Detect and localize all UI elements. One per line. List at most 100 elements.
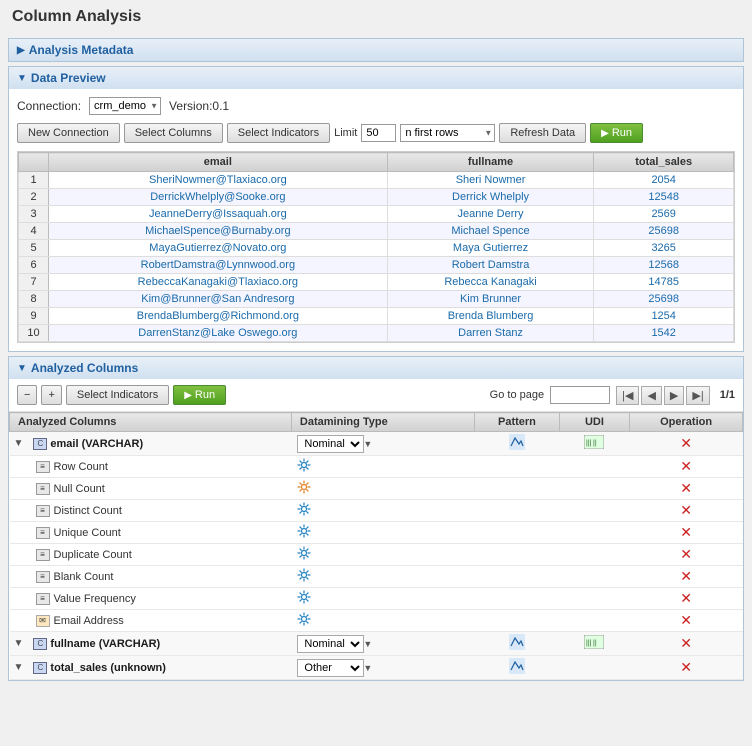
limit-input[interactable] — [361, 124, 396, 142]
delete-icon[interactable]: ✕ — [680, 590, 692, 606]
analyzed-child-row: ≡ Blank Count ✕ — [10, 566, 743, 588]
analyzed-child-row: ✉ Email Address ✕ — [10, 610, 743, 632]
table-row: 10DarrenStanz@Lake Oswego.orgDarren Stan… — [19, 325, 734, 342]
gear-icon[interactable] — [297, 573, 311, 585]
data-preview-label: Data Preview — [31, 71, 106, 85]
delete-icon[interactable]: ✕ — [680, 502, 692, 518]
datamining-type-select[interactable]: Nominal Ordinal Numeric Other — [297, 659, 364, 677]
delete-icon[interactable]: ✕ — [680, 635, 692, 651]
delete-icon[interactable]: ✕ — [680, 546, 692, 562]
group-expand-icon[interactable]: ▼ — [14, 438, 24, 449]
analyzed-child-row: ≡ Distinct Count ✕ — [10, 500, 743, 522]
pattern-icon[interactable] — [509, 641, 525, 653]
gear-icon[interactable] — [297, 485, 311, 497]
group-expand-icon[interactable]: ▼ — [14, 662, 24, 673]
analyzed-toolbar: − + Select Indicators ▶ Run Go to page |… — [9, 379, 743, 412]
analyzed-columns-header[interactable]: ▼ Analyzed Columns — [9, 357, 743, 379]
connection-select-wrapper[interactable]: crm_demo — [89, 97, 161, 115]
gear-icon[interactable] — [297, 529, 311, 541]
delete-icon[interactable]: ✕ — [680, 458, 692, 474]
col-header-email: email — [49, 153, 388, 172]
page-title: Column Analysis — [0, 0, 752, 34]
analyzed-run-label: Run — [195, 389, 215, 401]
page-indicator: 1/1 — [720, 389, 735, 401]
child-icon: ≡ — [36, 483, 50, 495]
collapse-all-button[interactable]: − — [17, 385, 37, 405]
pattern-icon[interactable] — [509, 665, 525, 677]
data-preview-content: Connection: crm_demo Version:0.1 New Con… — [9, 89, 743, 351]
analyzed-child-row: ≡ Null Count ✕ — [10, 478, 743, 500]
delete-icon[interactable]: ✕ — [680, 435, 692, 451]
gear-icon[interactable] — [297, 507, 311, 519]
delete-icon[interactable]: ✕ — [680, 568, 692, 584]
data-preview-section: ▼ Data Preview Connection: crm_demo Vers… — [8, 66, 744, 352]
connection-select[interactable]: crm_demo — [89, 97, 161, 115]
column-type-icon: C — [33, 438, 47, 450]
goto-page-input[interactable] — [550, 386, 610, 404]
nav-prev-button[interactable]: ◀ — [641, 386, 661, 405]
child-icon: ≡ — [36, 461, 50, 473]
child-label: Row Count — [54, 461, 108, 473]
child-icon: ≡ — [36, 571, 50, 583]
expand-all-button[interactable]: + — [41, 385, 61, 405]
select-indicators-button[interactable]: Select Indicators — [227, 123, 330, 143]
analyzed-columns-content: − + Select Indicators ▶ Run Go to page |… — [9, 379, 743, 680]
data-preview-toolbar: New Connection Select Columns Select Ind… — [17, 123, 735, 143]
group-label: fullname (VARCHAR) — [50, 638, 160, 650]
connection-row: Connection: crm_demo Version:0.1 — [17, 97, 735, 115]
select-columns-button[interactable]: Select Columns — [124, 123, 223, 143]
nav-last-button[interactable]: ▶| — [686, 386, 709, 405]
pattern-icon[interactable] — [509, 441, 525, 453]
udi-icon[interactable]: ||| || — [584, 440, 604, 452]
gear-icon[interactable] — [297, 617, 311, 629]
analyzed-group-row: ▼ C email (VARCHAR) Nominal Ordinal Nume… — [10, 432, 743, 456]
analyzed-group-row: ▼ C total_sales (unknown) Nominal Ordina… — [10, 656, 743, 680]
gear-icon[interactable] — [297, 551, 311, 563]
child-label: Distinct Count — [54, 505, 122, 517]
analyzed-select-indicators-button[interactable]: Select Indicators — [66, 385, 169, 405]
group-expand-icon[interactable]: ▼ — [14, 638, 24, 649]
delete-icon[interactable]: ✕ — [680, 612, 692, 628]
analyzed-columns-label: Analyzed Columns — [31, 361, 138, 375]
analyzed-run-button[interactable]: ▶ Run — [173, 385, 226, 405]
nav-next-button[interactable]: ▶ — [664, 386, 684, 405]
gear-icon[interactable] — [297, 463, 311, 475]
analysis-metadata-header[interactable]: ▶ Analysis Metadata — [9, 39, 743, 61]
child-label: Blank Count — [54, 571, 114, 583]
delete-icon[interactable]: ✕ — [680, 524, 692, 540]
table-row: 8Kim@Brunner@San AndresorgKim Brunner256… — [19, 291, 734, 308]
limit-mode-wrapper[interactable]: n first rows n random rows all rows — [400, 124, 495, 142]
table-row: 9BrendaBlumberg@Richmond.orgBrenda Blumb… — [19, 308, 734, 325]
limit-group: Limit — [334, 124, 396, 142]
svg-text:||: || — [593, 640, 597, 647]
group-label: total_sales (unknown) — [50, 662, 166, 674]
refresh-data-button[interactable]: Refresh Data — [499, 123, 586, 143]
analyzed-child-row: ≡ Value Frequency ✕ — [10, 588, 743, 610]
analyzed-table: Analyzed Columns Datamining Type Pattern… — [9, 412, 743, 680]
data-preview-header[interactable]: ▼ Data Preview — [9, 67, 743, 89]
delete-icon[interactable]: ✕ — [680, 659, 692, 675]
analyzed-header-row: Analyzed Columns Datamining Type Pattern… — [10, 413, 743, 432]
limit-mode-select[interactable]: n first rows n random rows all rows — [400, 124, 495, 142]
analysis-metadata-label: Analysis Metadata — [29, 43, 134, 57]
group-label: email (VARCHAR) — [50, 438, 143, 450]
analyzed-child-row: ≡ Duplicate Count ✕ — [10, 544, 743, 566]
new-connection-button[interactable]: New Connection — [17, 123, 120, 143]
run-button[interactable]: ▶ Run — [590, 123, 643, 143]
table-row: 5MayaGutierrez@Novato.orgMaya Gutierrez3… — [19, 240, 734, 257]
gear-icon[interactable] — [297, 595, 311, 607]
datamining-type-select[interactable]: Nominal Ordinal Numeric Other — [297, 635, 364, 653]
analyzed-columns-arrow: ▼ — [17, 363, 27, 374]
child-icon: ✉ — [36, 615, 50, 627]
analyzed-child-row: ≡ Row Count ✕ — [10, 456, 743, 478]
delete-icon[interactable]: ✕ — [680, 480, 692, 496]
nav-first-button[interactable]: |◀ — [616, 386, 639, 405]
nav-buttons: |◀ ◀ ▶ ▶| — [616, 386, 710, 405]
analyzed-run-play-icon: ▶ — [184, 390, 192, 401]
col-header-fullname: fullname — [387, 153, 594, 172]
goto-page-group: Go to page |◀ ◀ ▶ ▶| 1/1 — [490, 386, 735, 405]
goto-page-label: Go to page — [490, 389, 544, 401]
datamining-type-select[interactable]: Nominal Ordinal Numeric Other — [297, 435, 364, 453]
udi-icon[interactable]: ||| || — [584, 640, 604, 652]
data-preview-arrow: ▼ — [17, 73, 27, 84]
